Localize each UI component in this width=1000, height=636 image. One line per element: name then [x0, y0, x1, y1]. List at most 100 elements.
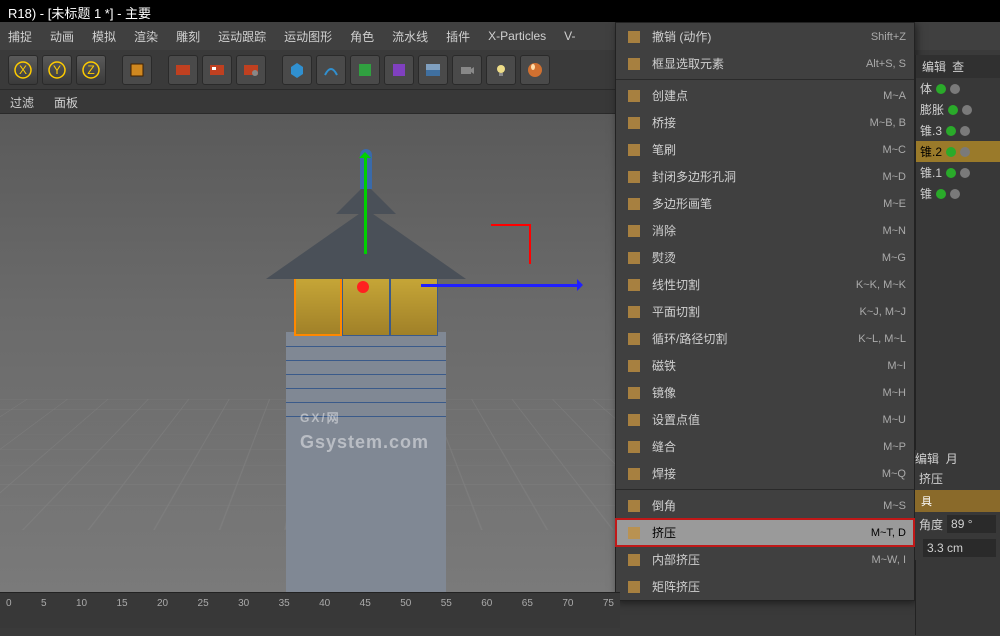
viewport[interactable]: GX/网Gsystem.com [0, 114, 620, 594]
menu-item-point[interactable]: 创建点M~A [616, 82, 914, 109]
panel-menu[interactable]: 面板 [54, 94, 78, 109]
bridge-icon [624, 113, 644, 133]
axis-z-button[interactable]: Z [76, 55, 106, 85]
spline-button[interactable] [316, 55, 346, 85]
object-row[interactable]: 锥.2 [916, 141, 1000, 162]
menu-sculpt[interactable]: 雕刻 [176, 28, 200, 45]
tick: 25 [198, 598, 209, 609]
menu-label: 倒角 [652, 497, 875, 514]
menu-shortcut: M~D [882, 171, 906, 183]
menu-xparticles[interactable]: X-Particles [488, 29, 546, 43]
menu-item-iron[interactable]: 熨烫M~G [616, 244, 914, 271]
menu-item-stitch[interactable]: 缝合M~P [616, 433, 914, 460]
attr-section-label: 挤压 [915, 467, 1000, 490]
menu-shortcut: M~H [882, 387, 906, 399]
object-row[interactable]: 锥.3 [916, 120, 1000, 141]
menu-item-dissolve[interactable]: 消除M~N [616, 217, 914, 244]
menu-item-knife-plane[interactable]: 平面切割K~J, M~J [616, 298, 914, 325]
menu-item-undo[interactable]: 撤销 (动作)Shift+Z [616, 23, 914, 50]
pivot-point[interactable] [357, 281, 369, 293]
attribute-manager[interactable]: 编辑 月 挤压 具 角度89 ° 3.3 cm [915, 450, 1000, 560]
object-manager-tabs[interactable]: 编辑 查 [916, 55, 1000, 78]
menu-shortcut: M~I [887, 360, 906, 372]
menu-shortcut: M~S [883, 500, 906, 512]
menu-shortcut: M~P [883, 441, 906, 453]
menu-item-matrix-extrude[interactable]: 矩阵挤压 [616, 573, 914, 600]
tool-tab[interactable]: 具 [915, 490, 1000, 512]
menu-item-set-point[interactable]: 设置点值M~U [616, 406, 914, 433]
menu-pipeline[interactable]: 流水线 [392, 28, 428, 45]
menu-label: 笔刷 [652, 141, 874, 158]
object-row[interactable]: 体 [916, 78, 1000, 99]
menu-capture[interactable]: 捕捉 [8, 28, 32, 45]
menu-item-poly-pen[interactable]: 多边形画笔M~E [616, 190, 914, 217]
menu-item-bevel[interactable]: 倒角 M~S [616, 492, 914, 519]
menu-item-close-hole[interactable]: 封闭多边形孔洞M~D [616, 163, 914, 190]
tick: 10 [76, 598, 87, 609]
menu-simulate[interactable]: 模拟 [92, 28, 116, 45]
cube-icon[interactable] [122, 55, 152, 85]
menu-item-loop-cut[interactable]: 循环/路径切割K~L, M~L [616, 325, 914, 352]
render-view-button[interactable] [168, 55, 198, 85]
menu-character[interactable]: 角色 [350, 28, 374, 45]
object-row[interactable]: 锥 [916, 183, 1000, 204]
menu-item-inner-extrude[interactable]: 内部挤压M~W, I [616, 546, 914, 573]
attribute-tabs[interactable]: 编辑 月 [915, 450, 1000, 467]
matrix-extrude-icon [624, 577, 644, 597]
tick: 35 [279, 598, 290, 609]
z-axis-gizmo[interactable] [491, 224, 531, 264]
menu-item-mirror[interactable]: 镜像M~H [616, 379, 914, 406]
magnet-icon [624, 356, 644, 376]
extrude-icon [624, 523, 644, 543]
svg-text:X: X [19, 63, 27, 77]
timeline[interactable]: 051015202530354045505560657075 [0, 592, 620, 628]
menu-label: 内部挤压 [652, 551, 863, 568]
stitch-icon [624, 437, 644, 457]
undo-icon [624, 27, 644, 47]
menu-item-bridge[interactable]: 桥接M~B, B [616, 109, 914, 136]
menu-item-knife-line[interactable]: 线性切割K~K, M~K [616, 271, 914, 298]
filter-menu[interactable]: 过滤 [10, 94, 34, 109]
timeline-ruler[interactable]: 051015202530354045505560657075 [0, 593, 620, 613]
menu-item-brush[interactable]: 笔刷M~C [616, 136, 914, 163]
menu-plugins[interactable]: 插件 [446, 28, 470, 45]
axis-x-button[interactable]: X [8, 55, 38, 85]
tick: 75 [603, 598, 614, 609]
window-title: R18) - [未标题 1 *] - 主要 [0, 0, 1000, 22]
menu-divider [616, 79, 914, 80]
object-row[interactable]: 膨胀 [916, 99, 1000, 120]
menu-mograph[interactable]: 运动图形 [284, 28, 332, 45]
material-button[interactable] [520, 55, 550, 85]
brush-icon [624, 140, 644, 160]
menu-item-extrude[interactable]: 挤压M~T, D [616, 519, 914, 546]
environment-button[interactable] [418, 55, 448, 85]
mesh-context-menu[interactable]: 撤销 (动作)Shift+Z框显选取元素Alt+S, S 创建点M~A桥接M~B,… [615, 22, 915, 601]
tick: 40 [319, 598, 330, 609]
menu-item-select[interactable]: 框显选取元素Alt+S, S [616, 50, 914, 77]
primitive-button[interactable] [282, 55, 312, 85]
tick: 15 [116, 598, 127, 609]
x-axis-gizmo[interactable] [421, 284, 581, 287]
menu-vray[interactable]: V- [564, 29, 575, 43]
render-settings-button[interactable] [236, 55, 266, 85]
render-picture-button[interactable] [202, 55, 232, 85]
menu-label: 熨烫 [652, 249, 874, 266]
bevel-icon [624, 496, 644, 516]
set-point-icon [624, 410, 644, 430]
generator-button[interactable] [350, 55, 380, 85]
menu-item-magnet[interactable]: 磁铁M~I [616, 352, 914, 379]
camera-button[interactable] [452, 55, 482, 85]
attr-angle[interactable]: 角度89 ° [915, 512, 1000, 536]
attr-offset[interactable]: 3.3 cm [915, 536, 1000, 560]
object-row[interactable]: 锥.1 [916, 162, 1000, 183]
dissolve-icon [624, 221, 644, 241]
y-axis-gizmo[interactable] [364, 154, 367, 254]
menu-item-weld[interactable]: 焊接M~Q [616, 460, 914, 487]
menu-animation[interactable]: 动画 [50, 28, 74, 45]
menu-tracking[interactable]: 运动跟踪 [218, 28, 266, 45]
menu-label: 设置点值 [652, 411, 874, 428]
light-button[interactable] [486, 55, 516, 85]
axis-y-button[interactable]: Y [42, 55, 72, 85]
menu-render[interactable]: 渲染 [134, 28, 158, 45]
deformer-button[interactable] [384, 55, 414, 85]
